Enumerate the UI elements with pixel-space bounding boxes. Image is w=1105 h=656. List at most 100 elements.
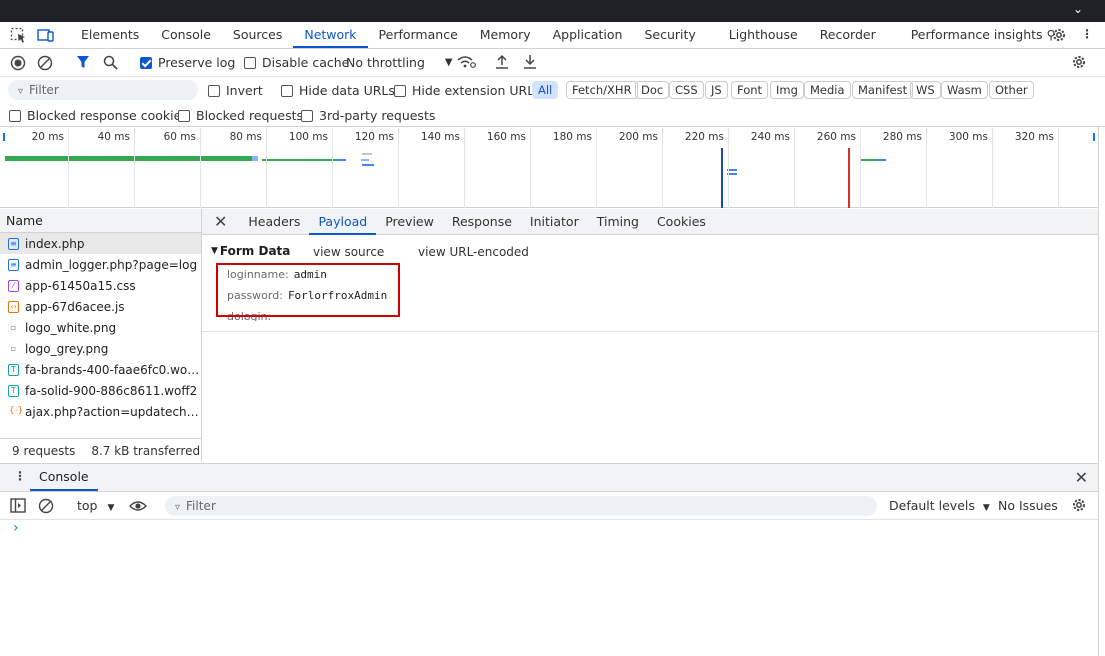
view-source-link[interactable]: view source (313, 245, 384, 259)
console-prompt[interactable]: › (13, 520, 19, 536)
form-data-title: Form Data (219, 244, 291, 258)
request-list-header[interactable]: Name (0, 209, 201, 233)
tab-performance-insights[interactable]: Performance insights ⚲ (887, 22, 1067, 48)
record-icon[interactable] (10, 55, 26, 71)
drawer-menu-icon[interactable]: ⋮ (14, 469, 26, 483)
tab-initiator[interactable]: Initiator (521, 209, 588, 235)
chip-media[interactable]: Media (804, 81, 851, 99)
console-filter-input[interactable]: ▿ Filter (165, 496, 877, 516)
settings-gear-icon[interactable] (1051, 27, 1067, 43)
chip-css[interactable]: CSS (669, 81, 704, 99)
more-options-icon[interactable]: ⋮ (1081, 27, 1093, 43)
clear-icon[interactable] (37, 55, 53, 71)
preserve-log-checkbox[interactable]: Preserve log (140, 55, 235, 70)
script-icon: ‹› (8, 300, 19, 313)
chip-font[interactable]: Font (731, 81, 769, 99)
request-row[interactable]: ⁄ app-61450a15.css (0, 275, 201, 296)
hide-extension-urls-check[interactable] (394, 84, 406, 97)
search-icon[interactable] (103, 55, 118, 70)
hide-extension-urls-checkbox[interactable]: Hide extension URLs (394, 83, 541, 98)
tab-application[interactable]: Application (542, 22, 634, 48)
preserve-log-check[interactable] (140, 56, 152, 69)
hide-extension-urls-label: Hide extension URLs (412, 83, 541, 98)
tab-timing[interactable]: Timing (588, 209, 648, 235)
chip-img[interactable]: Img (770, 81, 804, 99)
tab-recorder[interactable]: Recorder (809, 22, 887, 48)
request-row[interactable]: {·} ajax.php?action=updatecheck… (0, 401, 201, 422)
disable-cache-checkbox[interactable]: Disable cache (244, 55, 349, 70)
chip-manifest[interactable]: Manifest (852, 81, 914, 99)
log-levels-select[interactable]: Default levels ▼ (889, 498, 990, 513)
blocked-requests-check[interactable] (178, 109, 190, 122)
overview-handle-right[interactable] (1093, 133, 1095, 141)
third-party-requests-check[interactable] (301, 109, 313, 122)
console-settings-icon[interactable] (1071, 497, 1087, 513)
request-name: admin_logger.php?page=log (25, 257, 198, 272)
chip-js[interactable]: JS (705, 81, 728, 99)
chip-ws[interactable]: WS (910, 81, 941, 99)
tab-memory[interactable]: Memory (469, 22, 542, 48)
filter-input[interactable]: ▿ Filter (8, 80, 198, 100)
third-party-requests-checkbox[interactable]: 3rd-party requests (301, 108, 435, 123)
context-selector[interactable]: top ▼ (77, 498, 114, 513)
request-row[interactable]: ▫ logo_grey.png (0, 338, 201, 359)
tab-elements[interactable]: Elements (70, 22, 150, 48)
tab-payload[interactable]: Payload (309, 209, 377, 235)
import-har-icon[interactable] (495, 54, 509, 70)
filter-funnel-icon[interactable] (76, 55, 90, 70)
drawer-tab-console[interactable]: Console (30, 464, 98, 491)
third-party-requests-label: 3rd-party requests (319, 108, 436, 123)
tab-cookies[interactable]: Cookies (648, 209, 715, 235)
hide-data-urls-checkbox[interactable]: Hide data URLs (281, 83, 395, 98)
tab-response[interactable]: Response (443, 209, 521, 235)
request-row[interactable]: Tfa-solid-900-886c8611.woff2 (0, 380, 201, 401)
detail-tabs: ✕ Headers Payload Preview Response Initi… (202, 209, 1098, 235)
vertical-scrollbar[interactable] (1098, 127, 1105, 656)
invert-checkbox[interactable]: Invert (208, 83, 263, 98)
tab-preview[interactable]: Preview (376, 209, 443, 235)
chip-fetch-xhr[interactable]: Fetch/XHR (566, 81, 638, 99)
network-settings-icon[interactable] (1071, 54, 1087, 70)
tab-performance[interactable]: Performance (368, 22, 469, 48)
invert-check[interactable] (208, 84, 220, 97)
overview-tick-label: 280 ms (882, 131, 922, 143)
chip-all[interactable]: All (532, 81, 559, 99)
network-conditions-icon[interactable] (456, 54, 476, 70)
console-sidebar-icon[interactable] (10, 498, 26, 513)
tab-headers[interactable]: Headers (239, 209, 309, 235)
blocked-response-cookies-check[interactable] (9, 109, 21, 122)
hide-data-urls-check[interactable] (281, 84, 293, 97)
request-row[interactable]: ≡ index.php (0, 233, 201, 254)
close-drawer-icon[interactable]: ✕ (1075, 468, 1088, 487)
request-row[interactable]: ▫ logo_white.png (0, 317, 201, 338)
chevron-down-icon[interactable]: ⌄ (1073, 2, 1083, 16)
request-row[interactable]: Tfa-brands-400-faae6fc0.woff2 (0, 359, 201, 380)
throttling-select[interactable]: No throttling ▼ (346, 55, 453, 70)
overview-tick-label: 100 ms (288, 131, 328, 143)
overview-handle-left[interactable] (3, 133, 5, 141)
device-toolbar-icon[interactable] (37, 27, 55, 44)
tab-network[interactable]: Network (293, 22, 368, 48)
issues-counter[interactable]: No Issues (998, 498, 1058, 513)
request-row[interactable]: ‹› app-67d6acee.js (0, 296, 201, 317)
blocked-requests-checkbox[interactable]: Blocked requests (178, 108, 303, 123)
tab-lighthouse[interactable]: Lighthouse (707, 22, 809, 48)
blocked-response-cookies-checkbox[interactable]: Blocked response cookies (9, 108, 188, 123)
export-har-icon[interactable] (523, 54, 537, 70)
live-expression-eye-icon[interactable] (129, 499, 147, 513)
form-data-section-toggle[interactable]: ▼ Form Data (211, 244, 290, 258)
close-detail-icon[interactable]: ✕ (214, 212, 227, 231)
inspect-element-icon[interactable] (10, 27, 28, 44)
tab-console[interactable]: Console (150, 22, 222, 48)
chip-other[interactable]: Other (989, 81, 1034, 99)
view-url-encoded-link[interactable]: view URL-encoded (418, 245, 529, 259)
console-clear-icon[interactable] (38, 498, 54, 514)
network-overview-timeline[interactable]: 20 ms 40 ms 60 ms 80 ms 100 ms 120 ms 140 ms 16… (0, 128, 1098, 208)
chip-doc[interactable]: Doc (635, 81, 670, 99)
disable-cache-check[interactable] (244, 56, 256, 69)
request-row[interactable]: ≡ admin_logger.php?page=log (0, 254, 201, 275)
chip-wasm[interactable]: Wasm (941, 81, 988, 99)
tab-security[interactable]: Security (633, 22, 706, 48)
drawer-tab-bar: ⋮ Console ✕ (0, 464, 1098, 492)
tab-sources[interactable]: Sources (222, 22, 293, 48)
